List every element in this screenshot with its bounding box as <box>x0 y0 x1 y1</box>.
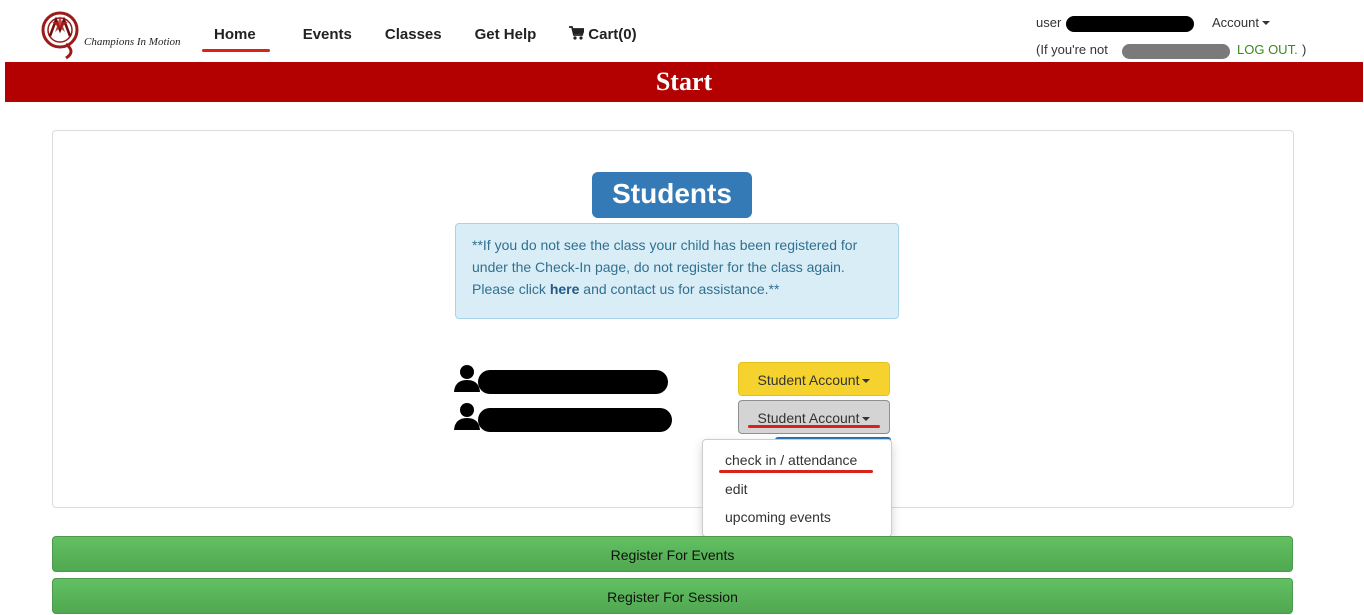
account-dropdown[interactable]: Account <box>1212 15 1270 30</box>
redacted-username-2 <box>1122 44 1230 59</box>
not-you-suffix: ) <box>1302 42 1307 57</box>
nav-get-help[interactable]: Get Help <box>475 22 537 48</box>
student-account-menu: check in / attendance edit upcoming even… <box>702 439 892 537</box>
site-header: Champions In Motion Home Events Classes … <box>0 0 1364 62</box>
student-account-button[interactable]: Student Account <box>738 362 890 396</box>
user-label: user <box>1036 15 1062 30</box>
person-icon <box>454 365 480 392</box>
caret-down-icon <box>862 417 871 421</box>
student-account-label: Student Account <box>757 410 860 426</box>
info-notice: **If you do not see the class your child… <box>455 223 899 319</box>
nav-home[interactable]: Home <box>200 22 270 52</box>
nav-classes-label: Classes <box>384 26 442 43</box>
person-icon <box>454 403 480 430</box>
notice-text-2: and contact us for assistance.** <box>579 281 780 297</box>
not-you-text: (If you're not <box>1036 42 1108 57</box>
caret-down-icon <box>862 379 871 383</box>
logo-text: Champions In Motion <box>84 36 181 48</box>
redacted-student-name <box>478 370 668 394</box>
logout-link[interactable]: LOG OUT. <box>1237 42 1298 57</box>
redacted-student-name <box>478 408 672 432</box>
students-heading: Students <box>592 172 752 218</box>
nav-cart[interactable]: Cart(0) <box>569 22 637 48</box>
register-session-button[interactable]: Register For Session <box>52 578 1293 614</box>
student-account-label: Student Account <box>757 372 860 388</box>
page-title: Start <box>655 67 713 96</box>
user-area: user Account (If you're not LOG OUT. ) <box>1036 14 1356 59</box>
nav-events[interactable]: Events <box>303 22 352 48</box>
student-account-button-open[interactable]: Student Account <box>738 400 890 434</box>
site-logo[interactable]: Champions In Motion <box>36 8 186 60</box>
annotation-underline <box>719 470 873 473</box>
menu-item-upcoming-events[interactable]: upcoming events <box>725 509 831 525</box>
register-events-button[interactable]: Register For Events <box>52 536 1293 572</box>
nav-classes[interactable]: Classes <box>385 22 442 48</box>
caret-down-icon <box>1261 21 1270 25</box>
logo-emblem-icon <box>41 11 79 60</box>
annotation-underline <box>748 425 880 428</box>
nav-home-label: Home <box>214 26 256 43</box>
nav-get-help-label: Get Help <box>474 26 537 43</box>
page-title-banner: Start <box>5 62 1363 102</box>
student-row <box>454 364 674 394</box>
student-row <box>454 402 674 432</box>
redacted-username <box>1066 16 1194 32</box>
notice-here-link[interactable]: here <box>550 281 580 297</box>
menu-item-check-in[interactable]: check in / attendance <box>725 452 857 468</box>
nav-cart-label: Cart(0) <box>588 26 637 43</box>
main-nav: Home Events Classes Get Help Cart(0) <box>200 22 670 52</box>
menu-item-edit[interactable]: edit <box>725 481 748 497</box>
account-label: Account <box>1212 15 1259 30</box>
cart-icon <box>569 26 585 40</box>
nav-events-label: Events <box>302 26 352 43</box>
